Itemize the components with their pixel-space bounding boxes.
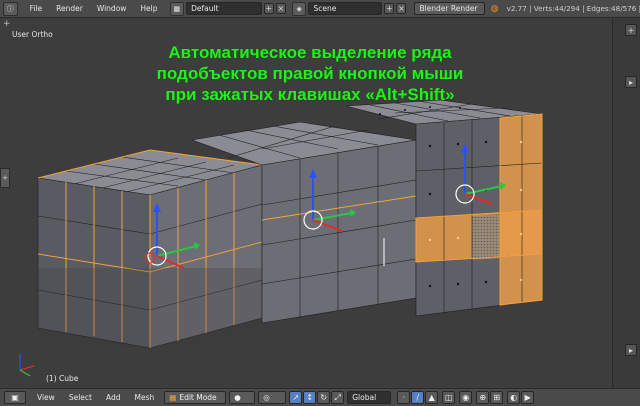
add-scene-button[interactable]: +	[384, 3, 395, 14]
menu-window[interactable]: Window	[91, 4, 135, 13]
snap-element-icon[interactable]: ⊞	[490, 391, 504, 404]
menu-help[interactable]: Help	[134, 4, 165, 13]
add-layout-button[interactable]: +	[263, 3, 274, 14]
menu-select[interactable]: Select	[62, 393, 99, 402]
3d-view-header: ▣ View Select Add Mesh ▦ Edit Mode ● ◎ ↗…	[0, 388, 640, 406]
face-select-icon[interactable]: ▲	[425, 391, 439, 404]
pivot-point-dropdown[interactable]: ◎	[258, 391, 287, 404]
transform-orientation-dropdown[interactable]: Global	[347, 391, 392, 404]
solid-shading-icon: ●	[234, 393, 241, 402]
menu-mesh[interactable]: Mesh	[127, 393, 161, 402]
axis-gizmo	[19, 354, 35, 377]
menu-view[interactable]: View	[30, 393, 62, 402]
rotate-manipulator-icon[interactable]: ↻	[317, 391, 331, 404]
scene-stats: v2.77 | Verts:44/294 | Edges:48/576 | Fa…	[506, 4, 640, 13]
menu-file[interactable]: File	[24, 4, 51, 13]
editor-type-icon[interactable]: ⓘ	[3, 1, 18, 16]
corner-toggle-icon[interactable]: ▸	[625, 344, 637, 356]
pivot-icon: ◎	[263, 393, 270, 402]
blender-logo-icon: ◍	[490, 3, 499, 14]
caption-line-2: подобъектов правой кнопкой мыши	[156, 64, 464, 83]
menu-add[interactable]: Add	[99, 393, 128, 402]
render-animation-icon[interactable]: ▶	[521, 391, 535, 404]
manipulator-toggle-icon[interactable]: ↗	[289, 391, 303, 404]
active-object-label: (1) Cube	[46, 374, 79, 383]
caption-line-1: Автоматическое выделение ряда	[168, 43, 452, 62]
properties-toggle-icon[interactable]: +	[625, 24, 637, 36]
scale-manipulator-icon[interactable]: ⤢	[331, 391, 345, 404]
scene-icon[interactable]: ◈	[291, 1, 307, 16]
scene-field[interactable]: Scene	[308, 2, 383, 15]
screen-layout-field[interactable]: Default	[186, 2, 262, 15]
viewport-shading-dropdown[interactable]: ●	[229, 391, 256, 404]
main-menu: File Render Window Help	[24, 4, 166, 13]
view-header-menu: View Select Add Mesh	[30, 393, 161, 402]
render-engine-dropdown[interactable]: Blender Render	[414, 2, 485, 15]
translate-manipulator-icon[interactable]: ↕	[303, 391, 317, 404]
remove-scene-button[interactable]: ×	[396, 3, 407, 14]
properties-strip: + ▸ ▸	[612, 18, 640, 388]
editor-type-cube-icon[interactable]: ▣	[4, 391, 26, 404]
mode-dropdown[interactable]: ▦ Edit Mode	[164, 391, 227, 404]
opengl-render-icon[interactable]: ◐	[507, 391, 521, 404]
cube-left[interactable]	[37, 149, 263, 349]
proportional-edit-icon[interactable]: ◉	[459, 391, 473, 404]
info-header: ⓘ File Render Window Help ▦ Default + × …	[0, 0, 640, 18]
occlude-geometry-icon[interactable]: ◫	[442, 391, 456, 404]
edge-select-icon[interactable]: /	[411, 391, 425, 404]
3d-viewport[interactable]: + User Ortho + Автоматическое выделение …	[0, 18, 612, 388]
edit-mode-icon: ▦	[169, 393, 177, 402]
vertex-select-icon[interactable]: ·	[397, 391, 411, 404]
caption-line-3: при зажатых клавишах «Alt+Shift»	[165, 85, 455, 104]
menu-render[interactable]: Render	[50, 4, 91, 13]
remove-layout-button[interactable]: ×	[275, 3, 286, 14]
screen-layout-icon[interactable]: ▦	[169, 1, 185, 16]
snap-icon[interactable]: ⊕	[476, 391, 490, 404]
overlay-caption: Автоматическое выделение ряда подобъекто…	[80, 42, 540, 105]
region-toggle-icon[interactable]: ▸	[625, 76, 637, 88]
